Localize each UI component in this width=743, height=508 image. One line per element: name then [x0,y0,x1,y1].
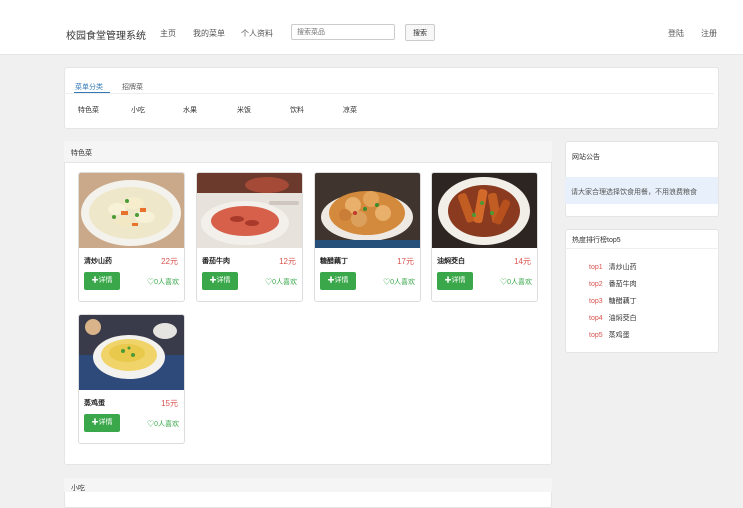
dish-name: 油焖茭白 [437,258,465,265]
featured-panel-title: 特色菜 [71,150,92,157]
dish-image[interactable] [197,173,302,248]
dish-price: 12元 [279,257,296,266]
ranking-item[interactable]: top4 油焖茭白 [589,313,637,323]
like-count[interactable]: ♡0人喜欢 [147,277,179,287]
detail-button[interactable]: ✚详情 [202,272,238,290]
ranking-item[interactable]: top1 清炒山药 [589,262,637,272]
rank-dish-name: 番茄牛肉 [608,281,637,288]
active-tab-indicator [74,92,110,93]
dish-price: 17元 [397,257,414,266]
snack-panel-header [64,478,552,492]
rank-tag: top4 [589,315,603,322]
dish-image[interactable] [432,173,537,248]
login-link[interactable]: 登陆 [668,28,684,39]
rank-dish-name: 糖醋藕丁 [608,298,637,305]
nav-home[interactable]: 主页 [160,28,176,39]
dish-price: 22元 [161,257,178,266]
dish-card: 清炒山药 22元 ✚详情 ♡0人喜欢 [78,172,185,302]
ranking-divider [565,248,719,249]
top-navbar: 校园食堂管理系统 主页 我的菜单 个人资料 搜索 登陆 注册 [0,0,743,55]
search-input[interactable] [291,24,395,40]
like-count[interactable]: ♡0人喜欢 [383,277,415,287]
rank-tag: top2 [589,281,603,288]
search-button[interactable]: 搜索 [405,24,435,41]
rank-dish-name: 蒸鸡蛋 [608,332,630,339]
dish-card: 蒸鸡蛋 15元 ✚详情 ♡0人喜欢 [78,314,185,444]
nav-profile[interactable]: 个人资料 [241,28,273,39]
announcement-text: 请大家合理选择饮食用餐，不用浪费粮食 [571,189,697,196]
menu-category-panel [64,67,719,129]
register-link[interactable]: 注册 [701,28,717,39]
dish-card: 番茄牛肉 12元 ✚详情 ♡0人喜欢 [196,172,303,302]
nav-my-menu[interactable]: 我的菜单 [193,28,225,39]
detail-button[interactable]: ✚详情 [437,272,473,290]
dish-name: 糖醋藕丁 [320,258,348,265]
category-featured[interactable]: 特色菜 [78,105,99,115]
ranking-title: 热度排行榜top5 [572,237,621,244]
tab-divider [64,93,714,94]
dish-name: 番茄牛肉 [202,258,230,265]
dish-image[interactable] [79,315,184,390]
ranking-item[interactable]: top5 蒸鸡蛋 [589,330,630,340]
ranking-item[interactable]: top2 番茄牛肉 [589,279,637,289]
dish-card: 油焖茭白 14元 ✚详情 ♡0人喜欢 [431,172,538,302]
like-count[interactable]: ♡0人喜欢 [265,277,297,287]
category-snack[interactable]: 小吃 [131,105,145,115]
category-rice[interactable]: 米饭 [237,105,251,115]
dish-price: 14元 [514,257,531,266]
dish-image[interactable] [79,173,184,248]
category-drinks[interactable]: 饮料 [290,105,304,115]
like-count[interactable]: ♡0人喜欢 [500,277,532,287]
tab-menu-category[interactable]: 菜单分类 [75,82,103,92]
category-fruit[interactable]: 水果 [183,105,197,115]
dish-name: 蒸鸡蛋 [84,400,105,407]
rank-tag: top5 [589,332,603,339]
rank-dish-name: 清炒山药 [608,264,637,271]
snack-panel-title: 小吃 [71,485,85,492]
detail-button[interactable]: ✚详情 [84,414,120,432]
detail-button[interactable]: ✚详情 [84,272,120,290]
featured-panel-header [64,141,552,163]
rank-tag: top1 [589,264,603,271]
dish-card: 糖醋藕丁 17元 ✚详情 ♡0人喜欢 [314,172,421,302]
like-count[interactable]: ♡0人喜欢 [147,419,179,429]
tab-signature-dishes[interactable]: 招牌菜 [122,82,143,92]
dish-image[interactable] [315,173,420,248]
detail-button[interactable]: ✚详情 [320,272,356,290]
site-brand[interactable]: 校园食堂管理系统 [66,27,146,42]
category-cold-dishes[interactable]: 凉菜 [343,105,357,115]
rank-dish-name: 油焖茭白 [608,315,637,322]
dish-name: 清炒山药 [84,258,112,265]
ranking-item[interactable]: top3 糖醋藕丁 [589,296,637,306]
dish-price: 15元 [161,399,178,408]
announcement-title: 网站公告 [572,154,600,161]
rank-tag: top3 [589,298,603,305]
